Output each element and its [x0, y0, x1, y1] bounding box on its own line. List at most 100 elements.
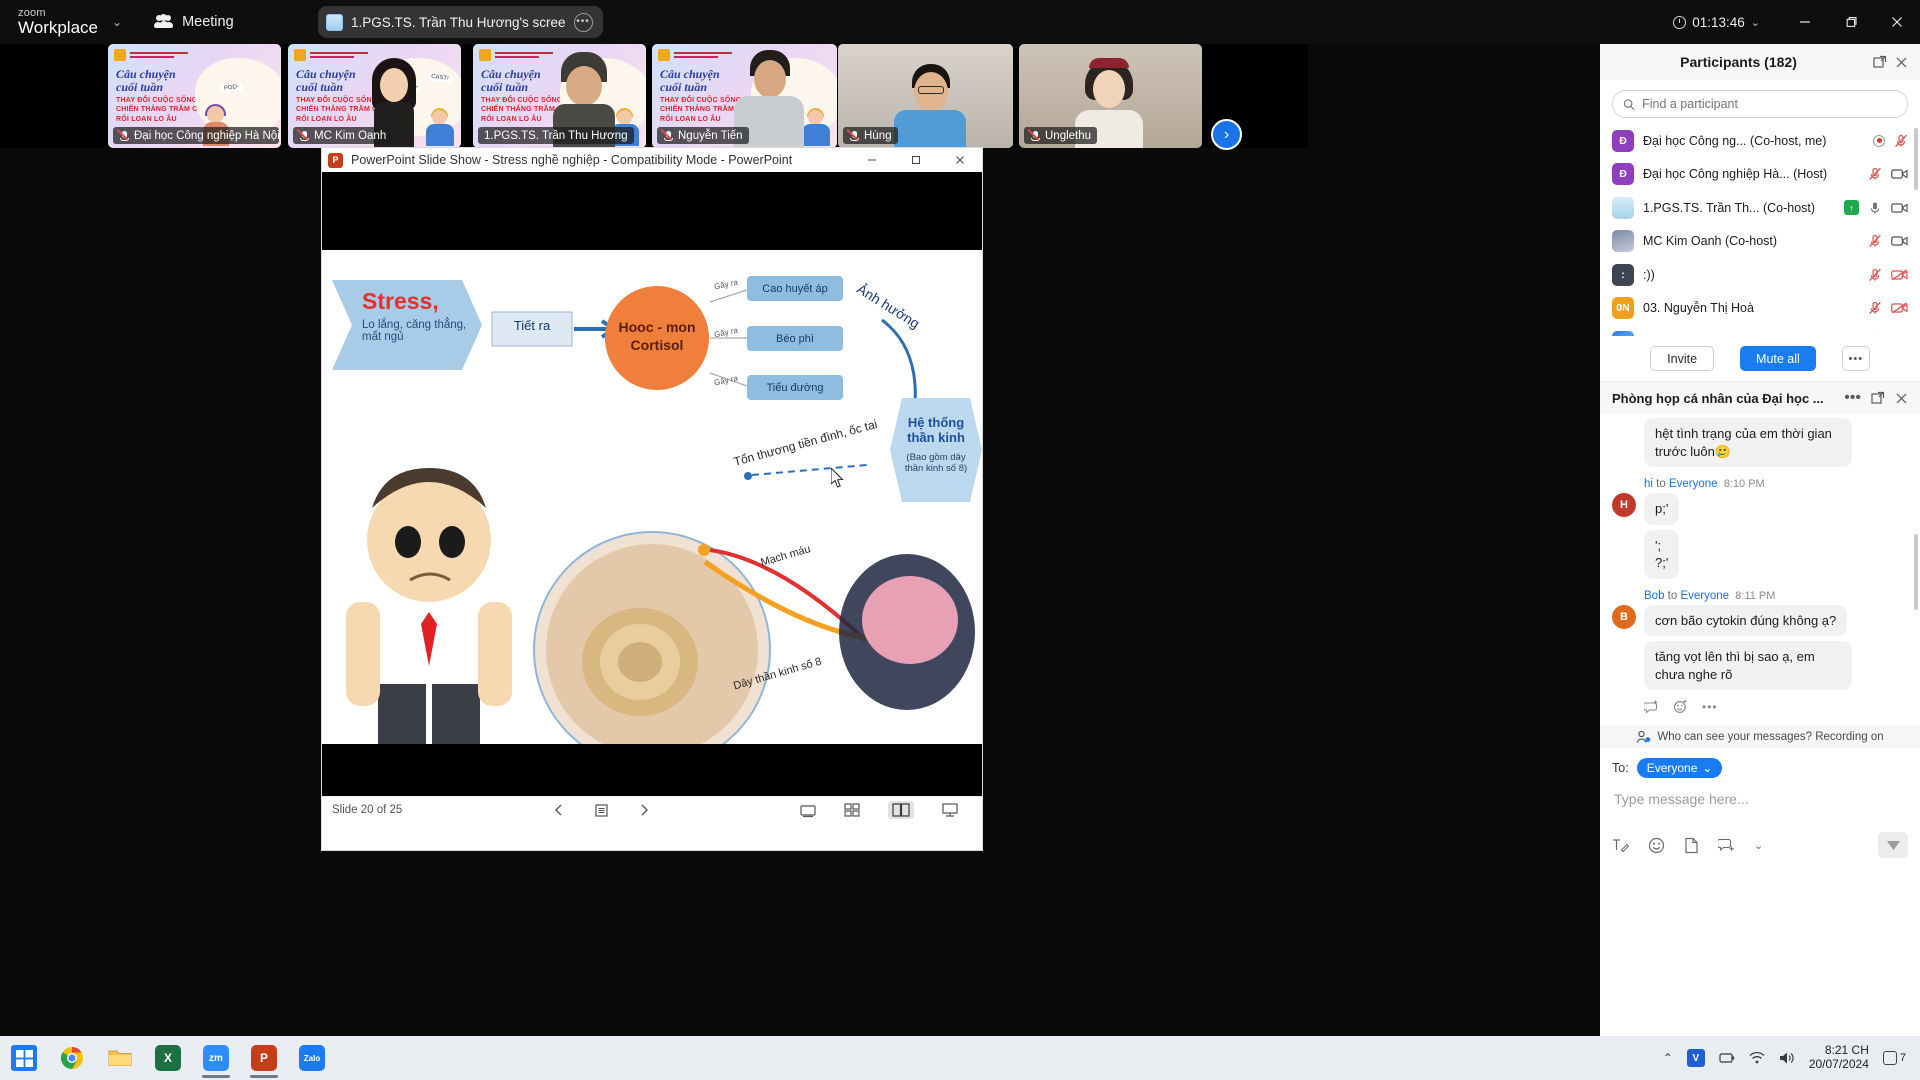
- emoji-icon[interactable]: [1673, 699, 1688, 714]
- message-more-icon[interactable]: •••: [1702, 700, 1718, 714]
- participants-header: Participants (182): [1600, 44, 1920, 80]
- powerpoint-icon: P: [328, 152, 343, 168]
- participants-popout-icon[interactable]: [1873, 55, 1887, 69]
- minimize-button[interactable]: [1782, 0, 1828, 44]
- mic-on-icon[interactable]: [1868, 201, 1882, 215]
- participant-row[interactable]: Đ Đại học Công ng... (Co-host, me): [1600, 124, 1920, 158]
- participants-search[interactable]: [1612, 90, 1908, 118]
- slide-nervous-line-1: Hệ thống: [907, 415, 965, 430]
- emoji-icon[interactable]: [1648, 837, 1665, 854]
- participant-row[interactable]: 1.PGS.TS. Trần Th... (Co-host) ↑: [1600, 191, 1920, 225]
- camera-off-icon[interactable]: [1891, 269, 1908, 281]
- participant-video-person: [894, 64, 966, 148]
- start-button[interactable]: [0, 1036, 48, 1080]
- send-button[interactable]: [1878, 832, 1908, 858]
- slide-prev-button[interactable]: [552, 803, 566, 817]
- privacy-text[interactable]: Who can see your messages? Recording on: [1657, 731, 1883, 743]
- tray-expand-icon[interactable]: ⌃: [1663, 1051, 1673, 1065]
- taskbar-powerpoint[interactable]: P: [240, 1036, 288, 1080]
- active-share-pill[interactable]: 1.PGS.TS. Trần Thu Hương's scree •••: [318, 6, 603, 38]
- volume-icon[interactable]: [1779, 1051, 1795, 1065]
- chat-more-icon[interactable]: •••: [1844, 389, 1861, 407]
- message-bubble: tăng vọt lên thì bị sao ạ, em chưa nghe …: [1644, 641, 1852, 691]
- mic-off-icon[interactable]: [1894, 134, 1908, 148]
- ppt-close-button[interactable]: [938, 148, 982, 172]
- participant-row[interactable]: Đ Đại học Công nghiệp Hà... (Host): [1600, 158, 1920, 192]
- video-thumbnail[interactable]: Câu chuyện cuối tuần THAY ĐỔI CUỘC SỐNG,…: [108, 44, 281, 148]
- camera-icon[interactable]: [1891, 168, 1908, 180]
- taskbar-file-explorer[interactable]: [96, 1036, 144, 1080]
- presenter-view-icon[interactable]: [942, 803, 958, 817]
- participant-row[interactable]: 0N 03. Nguyễn Thị Hoà: [1600, 292, 1920, 326]
- language-indicator[interactable]: V: [1686, 1049, 1705, 1067]
- taskbar-chrome[interactable]: [48, 1036, 96, 1080]
- poster-red-line-1: THAY ĐỔI CUỘC SỐNG,: [116, 97, 200, 104]
- reading-view-icon[interactable]: [888, 801, 914, 819]
- chevron-down-icon[interactable]: ⌄: [1754, 839, 1763, 852]
- search-icon: [1623, 98, 1635, 110]
- taskbar-zoom[interactable]: zm: [192, 1036, 240, 1080]
- mic-off-icon[interactable]: [1868, 167, 1882, 181]
- thumbnail-name-badge: Unglethu: [1024, 127, 1098, 144]
- powerpoint-window-buttons: [850, 148, 982, 172]
- invite-button[interactable]: Invite: [1650, 346, 1715, 371]
- avatar: [1612, 230, 1634, 253]
- search-input[interactable]: [1642, 97, 1897, 111]
- participant-row[interactable]: MC Kim Oanh (Co-host): [1600, 225, 1920, 259]
- ppt-maximize-button[interactable]: [894, 148, 938, 172]
- workspace-chevron-down-icon[interactable]: ⌄: [112, 15, 122, 29]
- screenshot-icon[interactable]: [1718, 837, 1735, 853]
- camera-icon[interactable]: [1891, 202, 1908, 214]
- mic-off-icon[interactable]: [1868, 301, 1882, 315]
- chat-messages[interactable]: hệt tình trạng của em thời gian trước lu…: [1600, 414, 1920, 726]
- chat-popout-icon[interactable]: [1871, 391, 1885, 405]
- meeting-tab[interactable]: Meeting: [154, 14, 234, 30]
- restore-button[interactable]: [1828, 0, 1874, 44]
- camera-icon[interactable]: [1891, 235, 1908, 247]
- poster-red-line-3: RỐI LOẠN LO ÂU: [296, 115, 357, 123]
- taskbar-excel[interactable]: X: [144, 1036, 192, 1080]
- recipient-selector[interactable]: Everyone ⌄: [1636, 758, 1723, 778]
- participants-close-icon[interactable]: [1895, 56, 1908, 69]
- chat-scrollbar[interactable]: [1914, 534, 1918, 610]
- participants-list[interactable]: Đ Đại học Công ng... (Co-host, me) Đ Đại…: [1600, 124, 1920, 336]
- participants-more-button[interactable]: •••: [1841, 346, 1870, 371]
- message-input[interactable]: Type message here...: [1612, 778, 1908, 807]
- mute-all-button[interactable]: Mute all: [1740, 346, 1816, 371]
- video-thumbnail[interactable]: Hùng: [838, 44, 1013, 148]
- ppt-minimize-button[interactable]: [850, 148, 894, 172]
- battery-icon[interactable]: [1719, 1051, 1735, 1066]
- slide-tiet-ra-label: Tiết ra: [513, 318, 551, 333]
- video-thumbnail[interactable]: Unglethu: [1019, 44, 1202, 148]
- format-icon[interactable]: [1612, 837, 1629, 853]
- slide-next-button[interactable]: [637, 803, 651, 817]
- meeting-timer[interactable]: 01:13:46 ⌄: [1673, 15, 1760, 30]
- notification-center[interactable]: 7: [1882, 1051, 1906, 1065]
- participant-row[interactable]: 15.Trương Thế Sơn: [1600, 325, 1920, 336]
- close-button[interactable]: [1874, 0, 1920, 44]
- grid-icon[interactable]: [844, 803, 860, 817]
- pen-icon[interactable]: [800, 803, 816, 818]
- share-pill-more-icon[interactable]: •••: [573, 12, 593, 32]
- thumbnail-name-badge: MC Kim Oanh: [293, 127, 393, 144]
- clock[interactable]: 8:21 CH 20/07/2024: [1809, 1043, 1869, 1072]
- reply-icon[interactable]: [1644, 700, 1659, 714]
- video-thumbnail-active[interactable]: Câu chuyện cuối tuần THAY ĐỔI CUỘC SỐNG,…: [473, 44, 646, 148]
- mic-off-icon[interactable]: [1868, 335, 1882, 336]
- file-icon[interactable]: [1684, 837, 1699, 854]
- participant-row[interactable]: : :)): [1600, 258, 1920, 292]
- participants-scrollbar[interactable]: [1914, 128, 1918, 190]
- video-thumbnail[interactable]: Câu chuyện cuối tuần THAY ĐỔI CUỘC SỐNG,…: [288, 44, 461, 148]
- wifi-icon[interactable]: [1749, 1051, 1765, 1065]
- taskbar-zalo[interactable]: Zalo: [288, 1036, 336, 1080]
- timer-chevron-down-icon[interactable]: ⌄: [1751, 16, 1760, 29]
- slide-menu-icon[interactable]: [594, 803, 609, 818]
- mic-off-icon[interactable]: [1868, 268, 1882, 282]
- mic-off-icon[interactable]: [1868, 234, 1882, 248]
- filmstrip-next-button[interactable]: ›: [1211, 119, 1242, 150]
- video-thumbnail[interactable]: Câu chuyện cuối tuần THAY ĐỔI CUỘC SỐNG,…: [652, 44, 837, 148]
- privacy-person-icon: [1637, 730, 1651, 743]
- camera-off-icon[interactable]: [1891, 302, 1908, 314]
- participant-status-icons: [1873, 134, 1908, 148]
- chat-close-icon[interactable]: [1895, 392, 1908, 405]
